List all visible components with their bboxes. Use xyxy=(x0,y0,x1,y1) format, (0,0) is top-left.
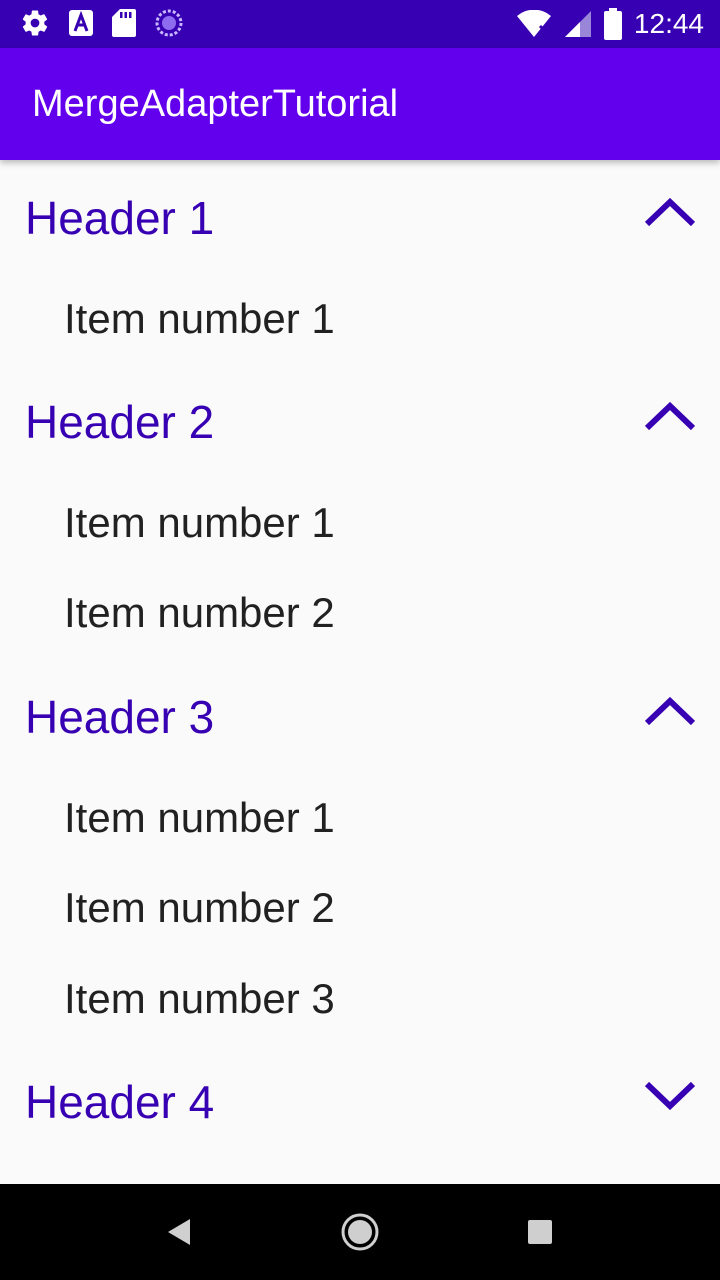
chevron-up-icon[interactable] xyxy=(644,693,696,729)
header-title: Header 4 xyxy=(25,1076,215,1128)
signal-icon xyxy=(564,10,592,38)
list-item[interactable]: Item number 2 xyxy=(0,863,720,953)
app-title: MergeAdapterTutorial xyxy=(32,83,399,125)
item-label: Item number 3 xyxy=(64,975,335,1022)
chevron-up-icon[interactable] xyxy=(644,194,696,230)
app-bar: MergeAdapterTutorial xyxy=(0,48,720,160)
status-bar: 12:44 xyxy=(0,0,720,48)
sync-icon xyxy=(154,8,184,38)
chevron-down-icon[interactable] xyxy=(644,1078,696,1114)
item-label: Item number 1 xyxy=(64,295,335,342)
chevron-up-icon[interactable] xyxy=(644,398,696,434)
status-clock: 12:44 xyxy=(633,8,704,39)
item-label: Item number 1 xyxy=(64,794,335,841)
list-item[interactable]: Item number 2 xyxy=(0,568,720,658)
home-icon[interactable] xyxy=(338,1210,382,1254)
wifi-icon xyxy=(516,10,552,38)
item-label: Item number 1 xyxy=(64,499,335,546)
list-item[interactable]: Item number 1 xyxy=(0,478,720,568)
battery-icon xyxy=(603,8,622,40)
list-item[interactable]: Item number 3 xyxy=(0,954,720,1044)
section-header-2[interactable]: Header 2 xyxy=(0,364,720,468)
back-icon[interactable] xyxy=(160,1212,200,1252)
settings-icon xyxy=(20,8,50,38)
section-header-3[interactable]: Header 3 xyxy=(0,659,720,763)
item-label: Item number 2 xyxy=(64,884,335,931)
section-header-1[interactable]: Header 1 xyxy=(0,160,720,264)
recents-icon[interactable] xyxy=(520,1212,560,1252)
header-title: Header 2 xyxy=(25,396,215,448)
list-item[interactable]: Item number 1 xyxy=(0,773,720,863)
header-title: Header 3 xyxy=(25,691,215,743)
header-title: Header 1 xyxy=(25,192,215,244)
sd-card-icon xyxy=(112,8,136,38)
font-icon xyxy=(68,9,94,37)
section-header-4[interactable]: Header 4 xyxy=(0,1044,720,1148)
item-label: Item number 2 xyxy=(64,589,335,636)
list-item[interactable]: Item number 1 xyxy=(0,274,720,364)
navigation-bar xyxy=(0,1184,720,1280)
